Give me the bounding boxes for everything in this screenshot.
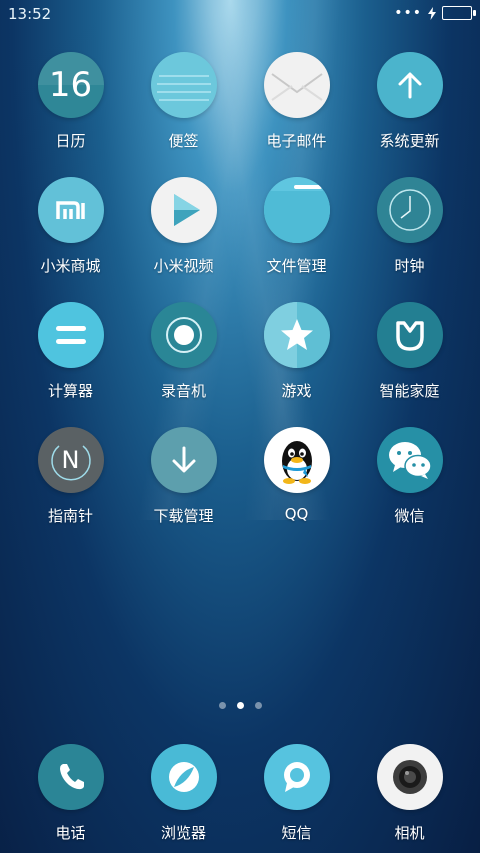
app-label: 文件管理 (266, 257, 327, 275)
app-label: 录音机 (160, 382, 206, 400)
app-download-manager[interactable]: 下载管理 (127, 427, 240, 526)
app-label: 下载管理 (153, 507, 214, 525)
calendar-icon: 16 (37, 52, 104, 118)
status-time: 13:52 (8, 5, 52, 23)
app-label: 系统更新 (379, 132, 440, 150)
battery-icon (442, 6, 476, 20)
sms-icon (263, 744, 330, 810)
app-clock[interactable]: 时钟 (353, 177, 466, 276)
app-file-manager[interactable]: 文件管理 (240, 177, 353, 276)
update-arrow-icon (376, 52, 443, 118)
camera-icon (376, 744, 443, 810)
recorder-icon (150, 302, 217, 368)
app-compass[interactable]: N 指南针 (14, 427, 127, 526)
app-smart-home[interactable]: 智能家庭 (353, 302, 466, 401)
mail-icon (263, 52, 330, 118)
compass-icon: N (37, 427, 104, 493)
app-label: 浏览器 (160, 824, 206, 842)
browser-icon (150, 744, 217, 810)
app-label: 游戏 (281, 382, 312, 400)
app-notes[interactable]: 便签 (127, 52, 240, 151)
app-qq[interactable]: QQ (240, 427, 353, 526)
charging-bolt-icon (428, 6, 436, 20)
wechat-icon (376, 427, 443, 493)
compass-letter: N (61, 446, 80, 474)
page-dot-active[interactable] (236, 702, 244, 709)
phone-icon (37, 744, 104, 810)
app-wechat[interactable]: 微信 (353, 427, 466, 526)
qq-penguin-icon (263, 427, 330, 493)
page-indicator (0, 702, 480, 709)
calendar-day: 16 (48, 65, 93, 105)
app-email[interactable]: 电子邮件 (240, 52, 353, 151)
smart-home-icon (376, 302, 443, 368)
app-label: 微信 (394, 507, 425, 525)
app-label: 智能家庭 (379, 382, 440, 400)
app-game[interactable]: 游戏 (240, 302, 353, 401)
dock: 电话 浏览器 短信 相机 (14, 744, 466, 843)
game-star-icon (263, 302, 330, 368)
app-label: 短信 (281, 824, 312, 842)
app-label: 小米视频 (153, 257, 214, 275)
dock-sms[interactable]: 短信 (240, 744, 353, 843)
app-label: QQ (284, 505, 309, 523)
app-label: 便签 (168, 132, 199, 150)
video-play-icon (150, 177, 217, 243)
notes-icon (150, 52, 217, 118)
app-grid: 16 日历 便签 电子邮件 系统更新 小米商城 小米视频 文件管理 时钟 计算器… (14, 52, 466, 526)
app-label: 电子邮件 (266, 132, 327, 150)
more-dots-icon: ••• (394, 5, 422, 21)
app-label: 指南针 (47, 507, 93, 525)
dock-browser[interactable]: 浏览器 (127, 744, 240, 843)
mi-store-icon (37, 177, 104, 243)
dock-phone[interactable]: 电话 (14, 744, 127, 843)
app-system-update[interactable]: 系统更新 (353, 52, 466, 151)
app-label: 电话 (55, 824, 86, 842)
app-label: 时钟 (394, 257, 425, 275)
status-bar: 13:52 ••• (0, 0, 480, 28)
app-recorder[interactable]: 录音机 (127, 302, 240, 401)
app-mi-store[interactable]: 小米商城 (14, 177, 127, 276)
app-calendar[interactable]: 16 日历 (14, 52, 127, 151)
dock-camera[interactable]: 相机 (353, 744, 466, 843)
app-label: 小米商城 (40, 257, 101, 275)
status-icons: ••• (394, 5, 476, 21)
app-calculator[interactable]: 计算器 (14, 302, 127, 401)
app-label: 相机 (394, 824, 425, 842)
page-dot[interactable] (254, 702, 262, 709)
app-label: 日历 (55, 132, 86, 150)
calculator-icon (37, 302, 104, 368)
download-icon (150, 427, 217, 493)
app-mi-video[interactable]: 小米视频 (127, 177, 240, 276)
app-label: 计算器 (47, 382, 93, 400)
folder-icon (263, 177, 330, 243)
page-dot[interactable] (218, 702, 226, 709)
clock-icon (376, 177, 443, 243)
